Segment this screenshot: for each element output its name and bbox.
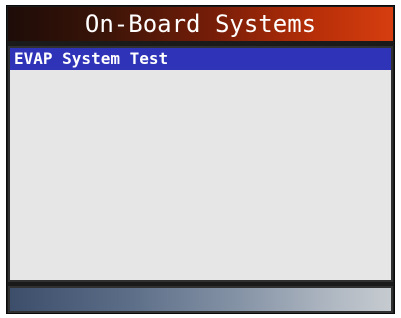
menu-item-label: EVAP System Test xyxy=(14,49,169,68)
page-title: On-Board Systems xyxy=(84,10,317,38)
title-bar: On-Board Systems xyxy=(8,7,393,41)
device-screen: On-Board Systems EVAP System Test xyxy=(6,5,395,314)
menu-item-evap-system-test[interactable]: EVAP System Test xyxy=(10,48,391,70)
menu-list: EVAP System Test xyxy=(8,46,393,282)
status-bar xyxy=(8,286,393,313)
